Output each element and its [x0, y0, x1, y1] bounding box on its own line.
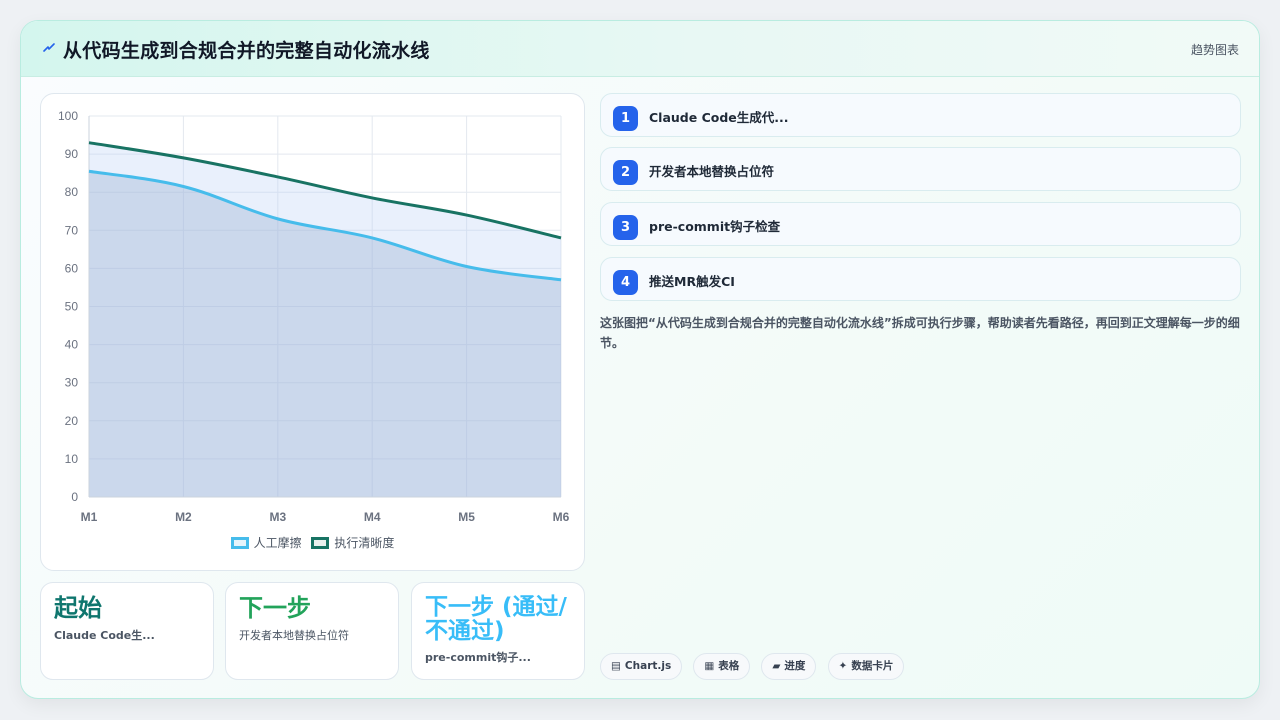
legend-item-friction[interactable]: 人工摩擦 [230, 534, 302, 551]
legend-label-clarity: 执行清晰度 [334, 536, 395, 550]
stat-value: 下一步 [239, 594, 311, 622]
step-item-2[interactable]: 2 开发者本地替换占位符 [600, 147, 1241, 191]
y-tick-label: 80 [65, 185, 79, 199]
y-tick-label: 40 [65, 338, 79, 352]
step-item-1[interactable]: 1 Claude Code生成代... [600, 93, 1241, 137]
x-tick-label: M2 [175, 510, 192, 524]
step-label: 开发者本地替换占位符 [649, 164, 775, 179]
chip-progress[interactable]: ▰ 进度 [761, 653, 817, 680]
stat-card-next: 下一步 开发者本地替换占位符 [225, 582, 399, 680]
chip-data-card[interactable]: ✦ 数据卡片 [827, 653, 905, 680]
stat-value: 起始 [54, 594, 102, 622]
x-tick-label: M4 [364, 510, 381, 524]
chart-icon: ▤ [611, 660, 621, 672]
legend-label-friction: 人工摩擦 [253, 536, 302, 550]
y-tick-label: 0 [71, 490, 78, 504]
progress-icon: ▰ [772, 660, 781, 672]
stat-card-next-pass-fail: 下一步 (通过/不通过) pre-commit钩子... [411, 582, 585, 680]
x-tick-label: M5 [458, 510, 475, 524]
chip-label: 进度 [784, 660, 806, 672]
stat-value: 下一步 (通过/不通过) [425, 594, 567, 644]
y-tick-label: 60 [65, 261, 79, 275]
stat-card-start: 起始 Claude Code生... [40, 582, 214, 680]
chip-table[interactable]: ▦ 表格 [693, 653, 751, 680]
legend-swatch-friction [230, 537, 249, 549]
chip-label: 表格 [718, 660, 740, 672]
step-number-badge: 3 [613, 215, 638, 240]
chart-type-tag: 趋势图表 [1190, 43, 1239, 57]
step-label: 推送MR触发CI [649, 274, 735, 289]
step-number-badge: 4 [613, 270, 638, 295]
y-tick-label: 10 [65, 452, 79, 466]
legend-swatch-clarity [311, 537, 330, 549]
y-tick-label: 90 [65, 147, 79, 161]
y-tick-label: 30 [65, 376, 79, 390]
lightning-icon [43, 43, 55, 52]
step-number-badge: 2 [613, 160, 638, 185]
y-tick-label: 50 [65, 300, 79, 314]
y-tick-label: 100 [58, 109, 78, 123]
step-number-badge: 1 [613, 106, 638, 131]
trend-chart: 100 90 80 70 60 50 40 30 20 10 0 M1 M2 M3 M4 M5 M6 人工摩擦 … [40, 93, 585, 571]
y-tick-label: 70 [65, 223, 79, 237]
chart-legend: 人工摩擦 执行清晰度 [41, 534, 584, 551]
chart-svg: 1009080706050403020100M1 M2 M3 M4 M5 M6 [58, 109, 570, 524]
chip-label: Chart.js [624, 660, 672, 672]
x-tick-label: M6 [553, 510, 570, 524]
chip-label: 数据卡片 [851, 660, 894, 672]
chart-description: 这张图把“从代码生成到合规合并的完整自动化流水线”拆成可执行步骤，帮助读者先看路… [600, 316, 1240, 350]
x-tick-label: M3 [269, 510, 286, 524]
x-tick-label: M1 [81, 510, 98, 524]
sparkle-icon: ✦ [838, 660, 848, 672]
step-item-4[interactable]: 4 推送MR触发CI [600, 257, 1241, 301]
step-label: Claude Code生成代... [649, 110, 789, 125]
card-header: 从代码生成到合规合并的完整自动化流水线 趋势图表 [21, 21, 1259, 77]
step-item-3[interactable]: 3 pre-commit钩子检查 [600, 202, 1241, 246]
chip-chartjs[interactable]: ▤ Chart.js [600, 653, 683, 680]
stat-label: 开发者本地替换占位符 [239, 629, 349, 642]
table-icon: ▦ [704, 660, 715, 672]
stat-label: Claude Code生... [54, 629, 155, 642]
step-label: pre-commit钩子检查 [649, 219, 781, 234]
legend-item-clarity[interactable]: 执行清晰度 [311, 534, 394, 551]
stat-label: pre-commit钩子... [425, 651, 531, 664]
y-tick-label: 20 [65, 414, 79, 428]
pipeline-card: 从代码生成到合规合并的完整自动化流水线 趋势图表 100 90 80 70 60 50 40… [20, 20, 1260, 699]
page-title: 从代码生成到合规合并的完整自动化流水线 [63, 40, 430, 62]
feature-chips: ▤ Chart.js ▦ 表格 ▰ 进度 ✦ 数据卡片 [600, 653, 910, 680]
